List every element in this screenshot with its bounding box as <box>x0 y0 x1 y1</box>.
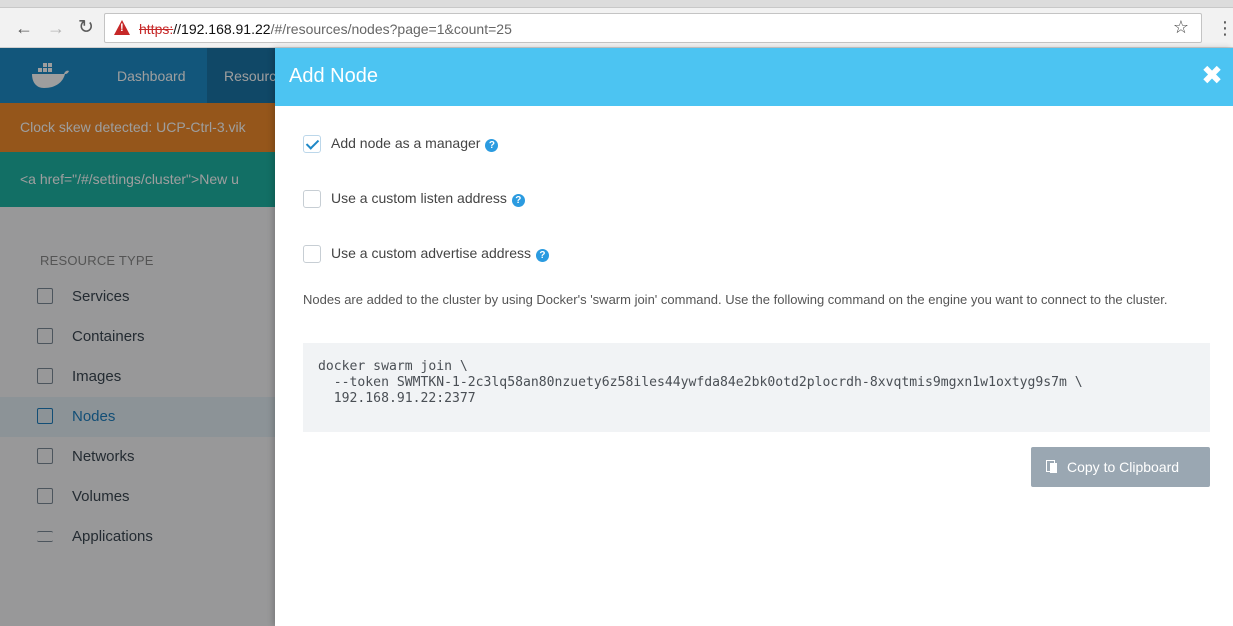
join-command-block[interactable]: docker swarm join \ --token SWMTKN-1-2c3… <box>303 343 1210 432</box>
copy-button-label: Copy to Clipboard <box>1067 459 1180 475</box>
arrow-left-icon[interactable]: ← <box>15 19 33 37</box>
option-label: Use a custom advertise address <box>331 245 531 261</box>
modal-header: Add Node ✖ <box>275 48 1233 106</box>
add-node-modal: Add Node ✖ Add node as a manager? Use a … <box>275 48 1233 626</box>
command-line: docker swarm join \ <box>318 359 468 374</box>
advertise-address-checkbox[interactable] <box>303 245 321 263</box>
modal-backdrop[interactable] <box>0 48 275 626</box>
browser-toolbar: ← → ↻ https://192.168.91.22/#/resources/… <box>0 8 1233 48</box>
option-label: Use a custom listen address <box>331 190 507 206</box>
app-background: Dashboard Resourc Clock skew detected: U… <box>0 48 275 626</box>
manager-checkbox[interactable] <box>303 135 321 153</box>
browser-tab-strip <box>0 0 1233 8</box>
copy-to-clipboard-button[interactable]: Copy to Clipboard <box>1031 447 1210 487</box>
command-line: --token SWMTKN-1-2c3lq58an80nzuety6z58il… <box>318 375 1083 390</box>
arrow-right-icon[interactable]: → <box>47 19 65 37</box>
command-line: 192.168.91.22:2377 <box>318 391 476 406</box>
kebab-menu-icon[interactable]: ⋮ <box>1216 18 1233 39</box>
help-icon[interactable]: ? <box>535 249 549 262</box>
listen-address-checkbox[interactable] <box>303 190 321 208</box>
url-text[interactable]: https://192.168.91.22/#/resources/nodes?… <box>139 21 512 37</box>
close-icon[interactable]: ✖ <box>1199 62 1225 88</box>
reload-icon[interactable]: ↻ <box>78 18 94 37</box>
clipboard-icon <box>1046 460 1057 473</box>
help-icon[interactable]: ? <box>485 139 499 152</box>
option-label: Add node as a manager <box>331 135 481 151</box>
modal-title: Add Node <box>289 65 378 87</box>
warning-triangle-icon <box>114 20 130 35</box>
join-description: Nodes are added to the cluster by using … <box>303 292 1168 307</box>
star-icon[interactable]: ☆ <box>1173 17 1189 38</box>
help-icon[interactable]: ? <box>511 194 525 207</box>
address-bar[interactable]: https://192.168.91.22/#/resources/nodes?… <box>104 13 1202 43</box>
